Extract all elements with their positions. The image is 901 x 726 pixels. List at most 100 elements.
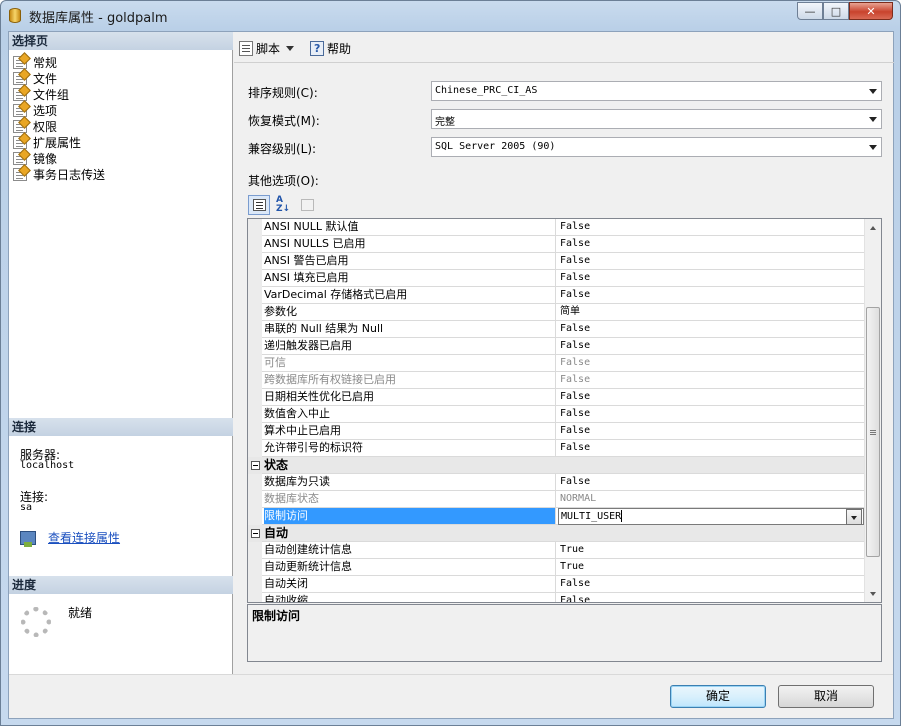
grid-property-value[interactable]: False (558, 236, 864, 252)
grid-property-row[interactable]: 限制访问 MULTI_USER (248, 508, 864, 525)
chevron-down-icon (869, 89, 877, 94)
compatibility-level-select[interactable]: SQL Server 2005 (90) (431, 137, 882, 157)
view-connection-properties-label[interactable]: 查看连接属性 (48, 529, 120, 546)
grid-row-margin (248, 253, 262, 270)
ok-button[interactable]: 确定 (670, 685, 766, 708)
grid-property-value-text: False (560, 408, 591, 419)
grid-property-row[interactable]: 自动创建统计信息 True (248, 542, 864, 559)
grid-property-row[interactable]: 自动关闭 False (248, 576, 864, 593)
title-bar[interactable]: 数据库属性 - goldpalm — □ ✕ (1, 1, 900, 31)
grid-row-margin (248, 593, 262, 602)
alphabetical-sort-button[interactable]: A Z↓ (272, 195, 294, 215)
property-grid-scrollbar[interactable] (864, 219, 881, 602)
grid-property-row[interactable]: 允许带引号的标识符 False (248, 440, 864, 457)
categorized-view-button[interactable] (248, 195, 270, 215)
grid-property-row[interactable]: 参数化 简单 (248, 304, 864, 321)
cancel-button[interactable]: 取消 (778, 685, 874, 708)
property-pages-button[interactable] (296, 195, 318, 215)
script-button[interactable]: 脚本 (239, 40, 304, 57)
page-icon (13, 87, 27, 101)
script-dropdown-icon[interactable] (286, 46, 295, 51)
grid-row-margin (248, 270, 262, 287)
grid-property-value: False (558, 372, 864, 388)
grid-property-name: 自动收缩 (264, 593, 556, 602)
grid-property-value[interactable]: False (558, 389, 864, 405)
grid-property-value[interactable]: False (558, 338, 864, 354)
property-description-title: 限制访问 (252, 609, 301, 623)
grid-row-margin (248, 372, 262, 389)
grid-property-row[interactable]: 算术中止已启用 False (248, 423, 864, 440)
page-icon (13, 119, 27, 133)
grid-property-row[interactable]: 递归触发器已启用 False (248, 338, 864, 355)
grid-property-value[interactable]: True (558, 542, 864, 558)
page-item-log-shipping[interactable]: 事务日志传送 (13, 166, 105, 182)
scroll-down-icon[interactable] (865, 585, 881, 602)
page-item-files[interactable]: 文件 (13, 70, 105, 86)
grid-property-value[interactable]: False (558, 270, 864, 286)
grid-category-row[interactable]: 状态 (248, 457, 864, 474)
grid-property-row[interactable]: 数据库状态 NORMAL (248, 491, 864, 508)
grid-property-value-text: MULTI_USER (561, 511, 622, 522)
grid-property-value[interactable]: False (558, 253, 864, 269)
scrollbar-thumb[interactable] (866, 307, 880, 557)
grid-property-row[interactable]: 数值舍入中止 False (248, 406, 864, 423)
grid-property-row[interactable]: ANSI NULLS 已启用 False (248, 236, 864, 253)
collapse-minus-icon[interactable] (250, 529, 260, 538)
grid-property-row[interactable]: 自动更新统计信息 True (248, 559, 864, 576)
grid-property-value-text: 简单 (560, 306, 580, 317)
grid-property-row[interactable]: 可信 False (248, 355, 864, 372)
grid-property-value[interactable]: True (558, 559, 864, 575)
grid-property-row[interactable]: 串联的 Null 结果为 Null False (248, 321, 864, 338)
grid-property-row[interactable]: ANSI NULL 默认值 False (248, 219, 864, 236)
recovery-model-select[interactable]: 完整 (431, 109, 882, 129)
grid-property-value[interactable]: False (558, 423, 864, 439)
grid-property-value-text: NORMAL (560, 493, 597, 504)
grid-property-row[interactable]: 自动收缩 False (248, 593, 864, 602)
grid-property-row[interactable]: 数据库为只读 False (248, 474, 864, 491)
grid-property-name: ANSI NULLS 已启用 (264, 236, 556, 252)
property-grid: ANSI NULL 默认值 False ANSI NULLS 已启用 False ANS… (247, 218, 882, 603)
grid-category-row[interactable]: 自动 (248, 525, 864, 542)
grid-property-value[interactable]: False (558, 593, 864, 602)
minimize-button[interactable]: — (797, 2, 823, 20)
help-button[interactable]: 帮助 (310, 40, 351, 57)
grid-property-row[interactable]: ANSI 填充已启用 False (248, 270, 864, 287)
grid-property-value[interactable]: 简单 (558, 304, 864, 320)
maximize-button[interactable]: □ (823, 2, 849, 20)
grid-value-editor[interactable]: MULTI_USER (558, 508, 864, 525)
scroll-up-icon[interactable] (865, 219, 881, 236)
grid-property-row[interactable]: VarDecimal 存储格式已启用 False (248, 287, 864, 304)
grid-property-value[interactable]: False (558, 406, 864, 422)
grid-property-name: 数据库状态 (264, 491, 556, 507)
grid-property-value[interactable]: False (558, 474, 864, 490)
grid-property-value[interactable]: False (558, 321, 864, 337)
grid-property-name: 自动关闭 (264, 576, 556, 592)
grid-property-row[interactable]: 日期相关性优化已启用 False (248, 389, 864, 406)
grid-property-value[interactable]: False (558, 219, 864, 235)
collation-select[interactable]: Chinese_PRC_CI_AS (431, 81, 882, 101)
view-connection-properties-link[interactable]: 查看连接属性 (20, 529, 120, 547)
grid-category-label: 状态 (264, 458, 289, 472)
grid-property-value[interactable]: False (558, 576, 864, 592)
value-dropdown-icon[interactable] (846, 509, 862, 525)
page-item-mirroring[interactable]: 镜像 (13, 150, 105, 166)
grid-row-margin (248, 236, 262, 253)
grid-property-value[interactable]: False (558, 287, 864, 303)
grid-property-value[interactable]: False (558, 440, 864, 456)
grid-row-margin (248, 525, 262, 542)
page-item-general[interactable]: 常规 (13, 54, 105, 70)
close-button[interactable]: ✕ (849, 2, 893, 20)
grid-row-margin (248, 287, 262, 304)
grid-property-row[interactable]: 跨数据库所有权链接已启用 False (248, 372, 864, 389)
page-item-options[interactable]: 选项 (13, 102, 105, 118)
page-item-filegroups[interactable]: 文件组 (13, 86, 105, 102)
grid-property-value-text: False (560, 442, 591, 453)
collapse-minus-icon[interactable] (250, 461, 260, 470)
grid-row-margin (248, 219, 262, 236)
server-value: localhost (20, 460, 75, 471)
compatibility-level-value: SQL Server 2005 (90) (435, 141, 556, 152)
page-item-extended-properties[interactable]: 扩展属性 (13, 134, 105, 150)
grid-property-name: 自动创建统计信息 (264, 542, 556, 558)
grid-property-row[interactable]: ANSI 警告已启用 False (248, 253, 864, 270)
page-item-permissions[interactable]: 权限 (13, 118, 105, 134)
